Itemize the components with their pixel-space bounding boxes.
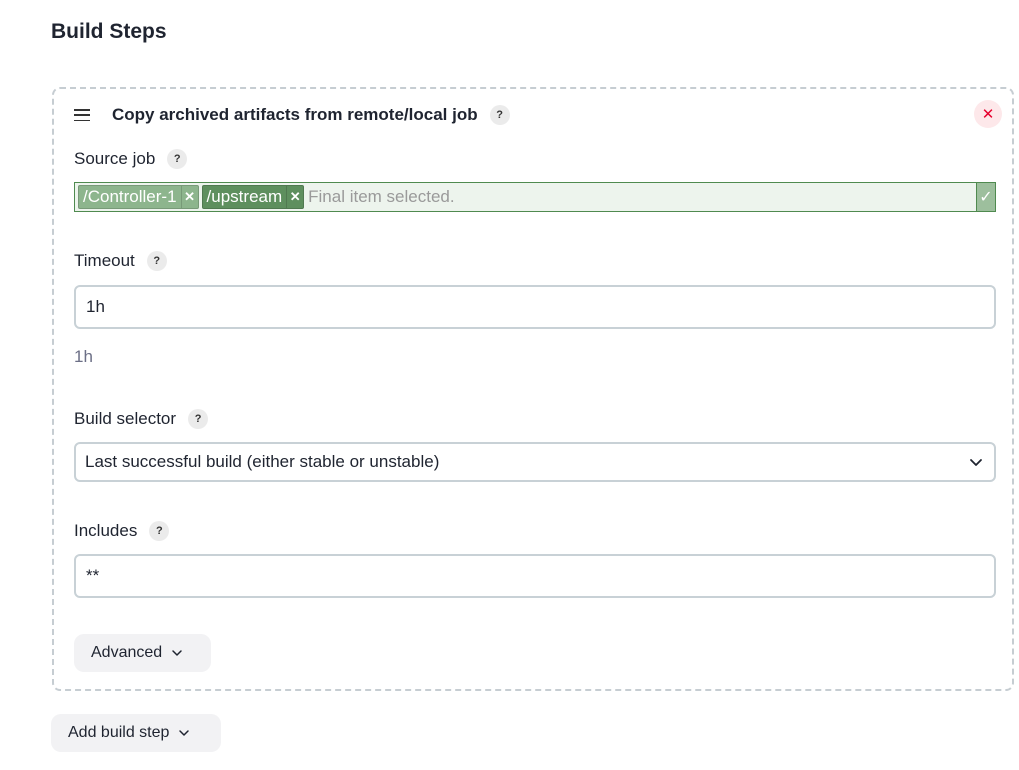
- source-job-placeholder: Final item selected.: [308, 187, 455, 206]
- source-job-tag: /upstream ✕: [201, 185, 305, 209]
- includes-input[interactable]: **: [74, 554, 996, 598]
- chevron-down-icon: [172, 650, 182, 656]
- includes-help-icon[interactable]: ?: [149, 521, 170, 541]
- timeout-label-row: Timeout ?: [74, 251, 167, 271]
- build-selector-label-row: Build selector ?: [74, 409, 209, 429]
- timeout-label: Timeout: [74, 251, 135, 270]
- build-selector-help-icon[interactable]: ?: [188, 409, 209, 429]
- tag-label: /upstream: [206, 187, 283, 206]
- check-icon: ✓: [976, 182, 996, 212]
- advanced-label: Advanced: [91, 644, 163, 661]
- step-help-icon[interactable]: ?: [489, 105, 510, 125]
- build-selector-value: Last successful build (either stable or …: [85, 452, 440, 471]
- step-header: Copy archived artifacts from remote/loca…: [74, 105, 510, 125]
- section-title: Build Steps: [51, 20, 167, 43]
- add-build-step-label: Add build step: [68, 724, 170, 741]
- build-step-card: Copy archived artifacts from remote/loca…: [52, 87, 1014, 691]
- source-job-input[interactable]: /Controller-1 ✕ /upstream ✕ Final item s…: [74, 182, 996, 212]
- source-job-tag: /Controller-1 ✕: [78, 185, 199, 209]
- includes-label-row: Includes ?: [74, 521, 170, 541]
- source-job-help-icon[interactable]: ?: [167, 149, 188, 169]
- build-selector-dropdown[interactable]: Last successful build (either stable or …: [74, 442, 996, 482]
- source-job-label: Source job: [74, 149, 156, 168]
- includes-label: Includes: [74, 521, 138, 540]
- timeout-help-icon[interactable]: ?: [146, 251, 167, 271]
- step-title: Copy archived artifacts from remote/loca…: [112, 105, 478, 124]
- source-job-label-row: Source job ?: [74, 149, 188, 169]
- drag-handle-icon[interactable]: [74, 109, 90, 121]
- add-build-step-button[interactable]: Add build step: [51, 714, 221, 752]
- remove-tag-icon[interactable]: ✕: [286, 186, 303, 208]
- delete-step-button[interactable]: ✕: [974, 100, 1002, 128]
- timeout-preview: 1h: [74, 347, 93, 366]
- remove-tag-icon[interactable]: ✕: [180, 186, 198, 208]
- chevron-down-icon: [970, 459, 982, 466]
- includes-value: **: [86, 566, 100, 585]
- chevron-down-icon: [179, 730, 190, 736]
- build-selector-label: Build selector: [74, 409, 177, 428]
- tag-label: /Controller-1: [83, 187, 177, 206]
- timeout-value: 1h: [86, 297, 105, 316]
- advanced-button[interactable]: Advanced: [74, 634, 211, 672]
- timeout-input[interactable]: 1h: [74, 285, 996, 329]
